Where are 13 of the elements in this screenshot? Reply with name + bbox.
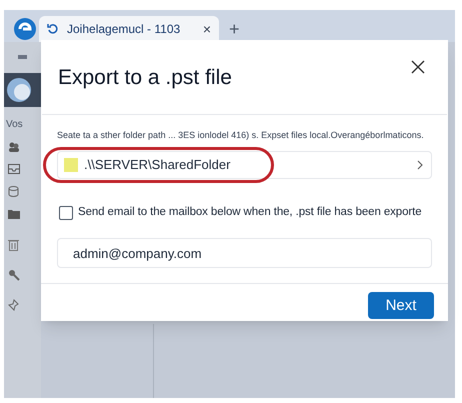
description-text: Seate ta a sther folder path ... 3ES ionlodel 416) s. Expset files local.Overangéborlmaticons. [57, 128, 425, 142]
dialog-title: Export to a .pst file [58, 65, 232, 91]
checkbox-label: Send email to the mailbox below when the, .pst file has been exporte [78, 205, 422, 220]
browser-tab[interactable]: Joihelagemucl - 1103 × [39, 16, 219, 42]
path-value: .\\SERVER\SharedFolder [84, 156, 232, 174]
email-field[interactable]: admin@company.com [57, 238, 432, 268]
new-tab-button[interactable]: + [229, 20, 240, 38]
sidebar-label: Vos [6, 118, 23, 132]
email-value: admin@company.com [73, 244, 202, 263]
folder-path-field[interactable]: .\\SERVER\SharedFolder [57, 151, 432, 179]
close-tab-button[interactable]: × [202, 22, 211, 36]
next-button[interactable]: Next [368, 292, 434, 320]
tab-title: Joihelagemucl - 1103 [67, 21, 182, 38]
